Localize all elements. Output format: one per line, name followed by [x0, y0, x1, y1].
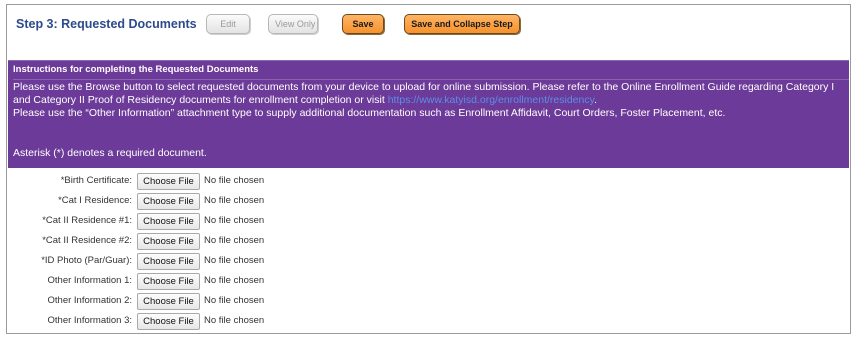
- file-label: *ID Photo (Par/Guar):: [41, 255, 132, 266]
- step-title: Step 3: Requested Documents: [16, 17, 197, 31]
- file-status: No file chosen: [204, 195, 265, 206]
- file-row-other-information-2: Other Information 2: Choose File No file…: [7, 293, 407, 311]
- choose-file-button[interactable]: Choose File: [137, 293, 200, 310]
- file-row-other-information-3: Other Information 3: Choose File No file…: [7, 313, 407, 331]
- file-row-cat-i-residence: *Cat I Residence: Choose File No file ch…: [7, 193, 407, 211]
- save-and-collapse-button[interactable]: Save and Collapse Step: [404, 14, 520, 34]
- instructions-paragraph-1: Please use the Browse button to select r…: [13, 81, 841, 107]
- file-label: Other Information 3:: [47, 315, 132, 326]
- view-only-button[interactable]: View Only: [268, 14, 318, 34]
- file-label: *Cat II Residence #2:: [42, 235, 132, 246]
- file-label: *Birth Certificate:: [60, 175, 132, 186]
- file-row-cat-ii-residence-1: *Cat II Residence #1: Choose File No fil…: [7, 213, 407, 231]
- requested-documents-panel: Step 3: Requested Documents Edit View On…: [6, 4, 851, 334]
- instructions-body: Please use the Browse button to select r…: [13, 81, 841, 120]
- file-label: *Cat II Residence #1:: [42, 215, 132, 226]
- instructions-panel: Instructions for completing the Requeste…: [8, 60, 849, 168]
- choose-file-button[interactable]: Choose File: [137, 193, 200, 210]
- file-status: No file chosen: [204, 255, 265, 266]
- instructions-text-1-end: .: [594, 94, 597, 106]
- instructions-title: Instructions for completing the Requeste…: [13, 61, 849, 80]
- residency-link[interactable]: https://www.katyisd.org/enrollment/resid…: [388, 94, 594, 106]
- file-label: *Cat I Residence:: [58, 195, 132, 206]
- file-label: Other Information 1:: [47, 275, 132, 286]
- save-button[interactable]: Save: [342, 14, 384, 34]
- file-status: No file chosen: [204, 295, 265, 306]
- choose-file-button[interactable]: Choose File: [137, 313, 200, 330]
- file-status: No file chosen: [204, 235, 265, 246]
- file-row-other-information-1: Other Information 1: Choose File No file…: [7, 273, 407, 291]
- instructions-paragraph-2: Please use the “Other Information” attac…: [13, 107, 726, 119]
- file-status: No file chosen: [204, 275, 265, 286]
- choose-file-button[interactable]: Choose File: [137, 233, 200, 250]
- file-row-birth-certificate: *Birth Certificate: Choose File No file …: [7, 173, 407, 191]
- choose-file-button[interactable]: Choose File: [137, 273, 200, 290]
- choose-file-button[interactable]: Choose File: [137, 253, 200, 270]
- file-label: Other Information 2:: [47, 295, 132, 306]
- file-status: No file chosen: [204, 175, 265, 186]
- file-status: No file chosen: [204, 315, 265, 326]
- choose-file-button[interactable]: Choose File: [137, 173, 200, 190]
- file-row-id-photo: *ID Photo (Par/Guar): Choose File No fil…: [7, 253, 407, 271]
- step-header: Step 3: Requested Documents Edit View On…: [7, 5, 850, 49]
- file-status: No file chosen: [204, 215, 265, 226]
- choose-file-button[interactable]: Choose File: [137, 213, 200, 230]
- file-row-cat-ii-residence-2: *Cat II Residence #2: Choose File No fil…: [7, 233, 407, 251]
- edit-button[interactable]: Edit: [206, 14, 250, 34]
- asterisk-note: Asterisk (*) denotes a required document…: [13, 147, 207, 159]
